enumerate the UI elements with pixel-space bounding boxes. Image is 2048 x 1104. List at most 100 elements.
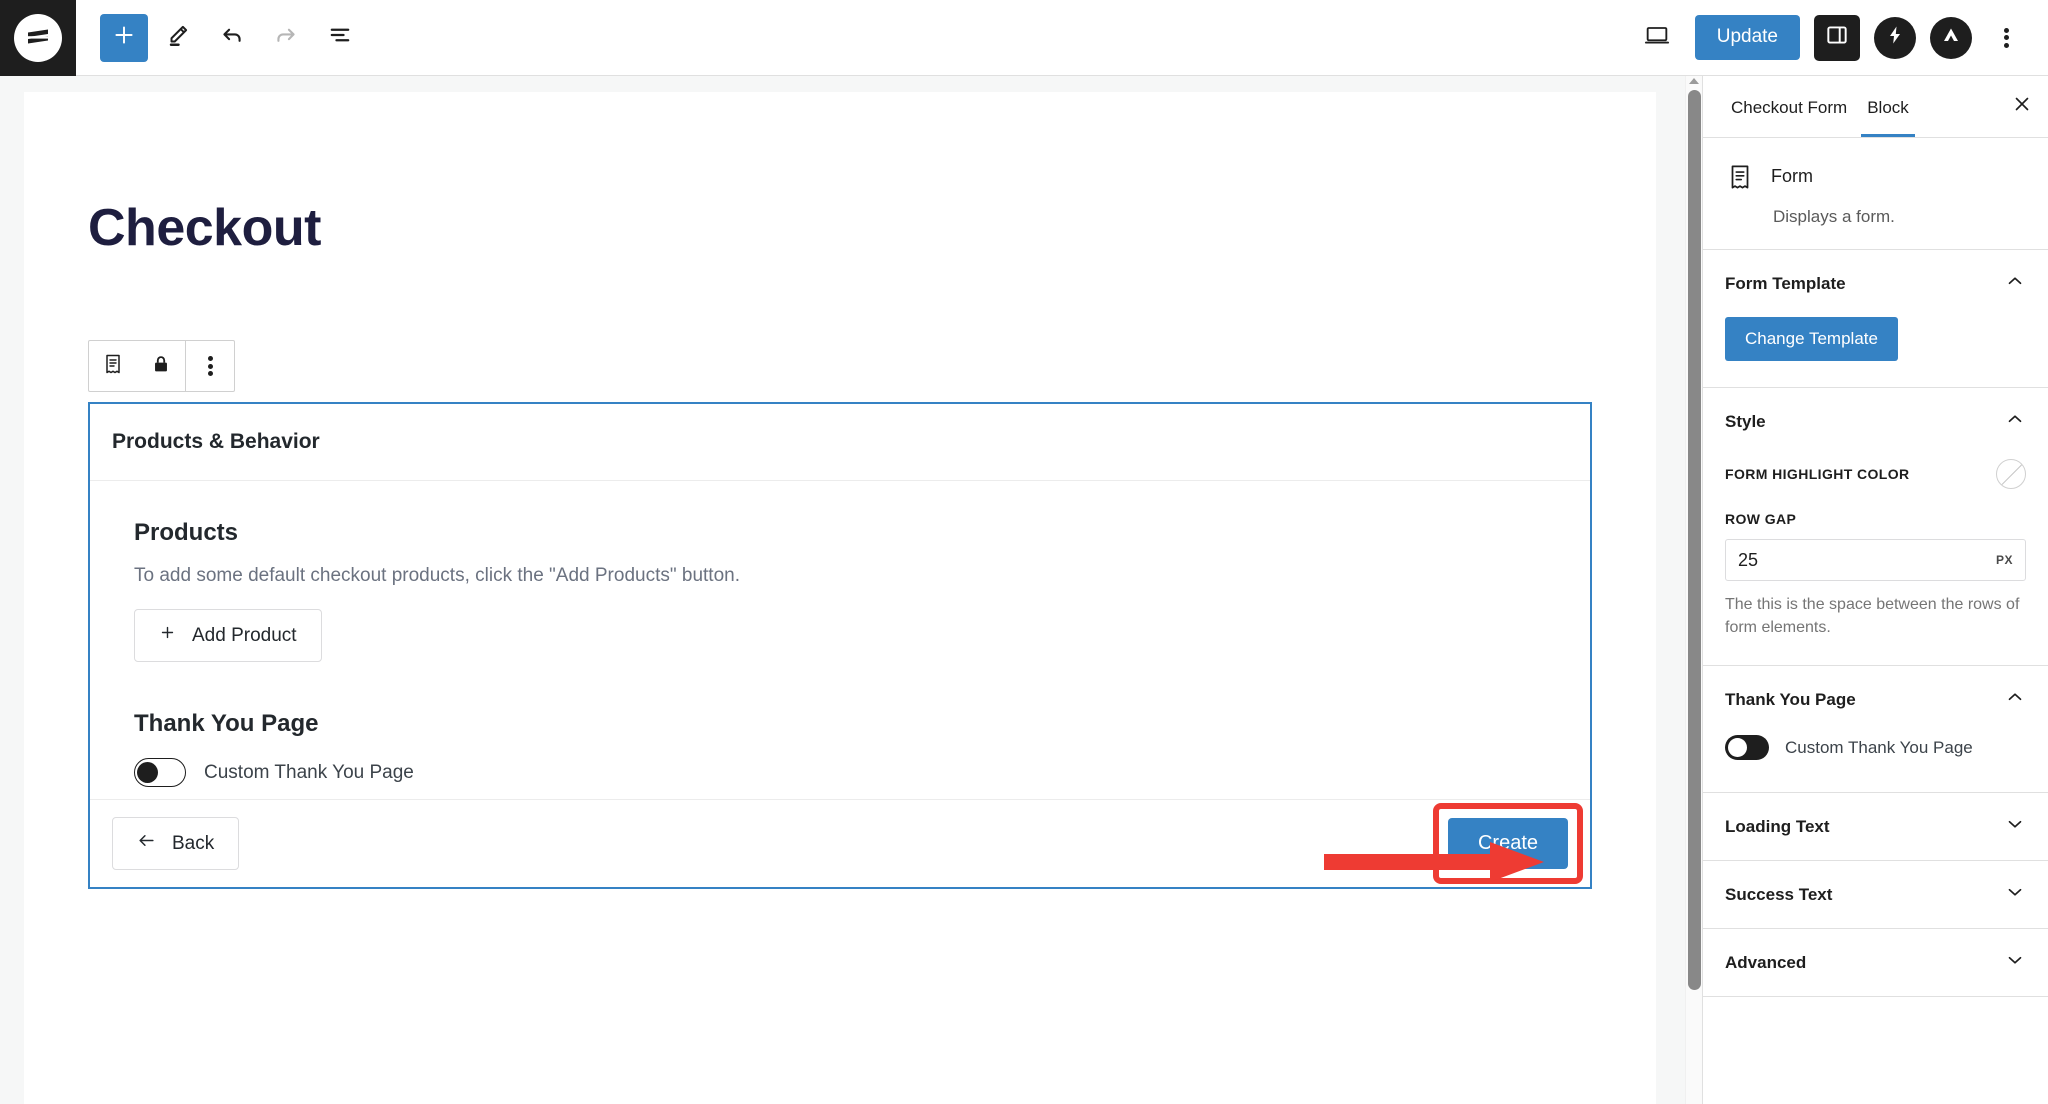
chevron-up-icon bbox=[2004, 408, 2026, 435]
panel-thank-you-body: Custom Thank You Page bbox=[1703, 733, 2048, 792]
panel-title: Advanced bbox=[1725, 952, 1807, 972]
panel-title: Style bbox=[1725, 411, 1766, 431]
panel-loading-text-header[interactable]: Loading Text bbox=[1703, 793, 2048, 860]
plus-icon bbox=[111, 22, 137, 53]
sidebar-tabs: Checkout Form Block bbox=[1703, 76, 2048, 138]
products-description: To add some default checkout products, c… bbox=[134, 565, 740, 586]
form-highlight-color-row: FORM HIGHLIGHT COLOR bbox=[1725, 455, 2026, 489]
custom-thank-you-toggle-row: Custom Thank You Page bbox=[134, 758, 1546, 787]
sidebar-custom-thank-you-label: Custom Thank You Page bbox=[1785, 737, 1973, 757]
site-logo-icon bbox=[14, 13, 62, 62]
preview-button[interactable] bbox=[1633, 14, 1681, 62]
undo-arrow-icon bbox=[218, 21, 246, 54]
more-options-button[interactable] bbox=[1986, 15, 2026, 61]
panel-thank-you-page: Thank You Page Custom Thank You Page bbox=[1703, 666, 2048, 794]
page-title[interactable]: Checkout bbox=[88, 198, 321, 258]
redo-button[interactable] bbox=[262, 14, 310, 62]
chevron-down-icon bbox=[2004, 813, 2026, 840]
wordpress-block-editor: Update Checkout Products & Behavior Prod… bbox=[0, 0, 2048, 1104]
editor-canvas-area: Checkout Products & Behavior Products To… bbox=[0, 76, 1700, 1104]
custom-thank-you-toggle[interactable] bbox=[134, 758, 186, 787]
edit-tools-button[interactable] bbox=[154, 14, 202, 62]
row-gap-input-wrap[interactable]: PX bbox=[1725, 539, 2026, 581]
panel-form-template: Form Template Change Template bbox=[1703, 250, 2048, 388]
back-button-label: Back bbox=[172, 832, 215, 854]
row-gap-help-text: The this is the space between the rows o… bbox=[1725, 596, 2020, 637]
scroll-up-arrow-icon[interactable] bbox=[1689, 78, 1699, 84]
form-block-footer: Back Create bbox=[90, 799, 1590, 887]
form-receipt-icon bbox=[101, 352, 125, 381]
panel-style: Style FORM HIGHLIGHT COLOR ROW GAP PX bbox=[1703, 388, 2048, 667]
list-view-button[interactable] bbox=[316, 14, 364, 62]
form-receipt-icon bbox=[1725, 162, 1755, 197]
panel-style-body: FORM HIGHLIGHT COLOR ROW GAP PX The this… bbox=[1703, 455, 2048, 665]
editor-scrollbar[interactable] bbox=[1685, 76, 1702, 1104]
panel-title: Thank You Page bbox=[1725, 689, 1856, 709]
brand-button[interactable] bbox=[1930, 16, 1972, 59]
panel-form-template-header[interactable]: Form Template bbox=[1703, 250, 2048, 317]
plus-icon bbox=[159, 624, 176, 647]
color-swatch-none-icon[interactable] bbox=[1996, 459, 2026, 489]
desktop-preview-icon bbox=[1643, 21, 1671, 54]
tab-block[interactable]: Block bbox=[1857, 78, 1919, 137]
panel-title: Success Text bbox=[1725, 884, 1833, 904]
arrow-left-icon bbox=[137, 831, 156, 856]
block-name: Form bbox=[1771, 166, 1813, 186]
chevron-up-icon bbox=[2004, 686, 2026, 713]
row-gap-field: ROW GAP PX The this is the space between… bbox=[1725, 511, 2026, 639]
tab-checkout-form[interactable]: Checkout Form bbox=[1721, 78, 1857, 136]
redo-arrow-icon bbox=[272, 21, 300, 54]
scrollbar-thumb[interactable] bbox=[1688, 90, 1701, 990]
plugin-button[interactable] bbox=[1874, 16, 1916, 59]
editor-tools bbox=[76, 13, 364, 62]
settings-sidebar-toggle[interactable] bbox=[1814, 14, 1860, 61]
panel-success-text-header[interactable]: Success Text bbox=[1703, 861, 2048, 928]
vertical-ellipsis-icon bbox=[207, 354, 213, 379]
add-product-button[interactable]: Add Product bbox=[134, 609, 322, 662]
panel-title: Form Template bbox=[1725, 273, 1846, 293]
row-gap-input[interactable] bbox=[1738, 549, 1996, 571]
form-block-type-button[interactable] bbox=[89, 341, 137, 391]
close-icon bbox=[2011, 93, 2033, 120]
sidebar-panel-icon bbox=[1824, 22, 1850, 53]
editor-top-bar: Update bbox=[0, 0, 2048, 76]
panel-loading-text: Loading Text bbox=[1703, 793, 2048, 862]
row-gap-unit: PX bbox=[1995, 553, 2013, 567]
block-toolbar-group bbox=[89, 341, 185, 391]
add-block-button[interactable] bbox=[100, 13, 148, 62]
create-button-wrap: Create bbox=[1432, 803, 1583, 884]
add-product-label: Add Product bbox=[192, 624, 297, 646]
list-view-icon bbox=[326, 21, 354, 54]
close-sidebar-button[interactable] bbox=[2000, 85, 2044, 129]
back-button[interactable]: Back bbox=[112, 817, 240, 870]
undo-button[interactable] bbox=[208, 14, 256, 62]
panel-advanced: Advanced bbox=[1703, 929, 2048, 998]
lock-icon bbox=[150, 353, 172, 380]
change-template-button[interactable]: Change Template bbox=[1725, 317, 1898, 361]
update-button[interactable]: Update bbox=[1694, 15, 1800, 60]
form-block-header: Products & Behavior bbox=[90, 404, 1590, 481]
form-block-body: Products To add some default checkout pr… bbox=[90, 481, 1590, 787]
editor-actions: Update bbox=[1633, 14, 2048, 62]
lock-button[interactable] bbox=[137, 341, 185, 391]
sidebar-custom-thank-you-toggle[interactable] bbox=[1725, 735, 1769, 761]
panel-advanced-header[interactable]: Advanced bbox=[1703, 929, 2048, 996]
site-logo-button[interactable] bbox=[0, 0, 76, 76]
post-canvas: Checkout Products & Behavior Products To… bbox=[24, 92, 1656, 1104]
settings-sidebar: Checkout Form Block Form Displays a form… bbox=[1702, 76, 2048, 1104]
panel-success-text: Success Text bbox=[1703, 861, 2048, 930]
block-toolbar bbox=[88, 340, 235, 392]
panel-thank-you-header[interactable]: Thank You Page bbox=[1703, 666, 2048, 733]
checkout-form-block[interactable]: Products & Behavior Products To add some… bbox=[88, 402, 1592, 889]
chevron-up-icon bbox=[2004, 270, 2026, 297]
custom-thank-you-toggle-label: Custom Thank You Page bbox=[204, 761, 414, 783]
block-options-button[interactable] bbox=[186, 341, 234, 391]
panel-style-header[interactable]: Style bbox=[1703, 388, 2048, 455]
panel-title: Loading Text bbox=[1725, 816, 1830, 836]
create-button[interactable]: Create bbox=[1447, 818, 1568, 869]
toggle-knob bbox=[1728, 738, 1747, 758]
vertical-ellipsis-icon bbox=[2003, 25, 2009, 50]
form-block-header-title: Products & Behavior bbox=[112, 430, 320, 453]
toggle-knob bbox=[137, 762, 158, 783]
sidebar-custom-thank-you-row: Custom Thank You Page bbox=[1725, 733, 2026, 766]
